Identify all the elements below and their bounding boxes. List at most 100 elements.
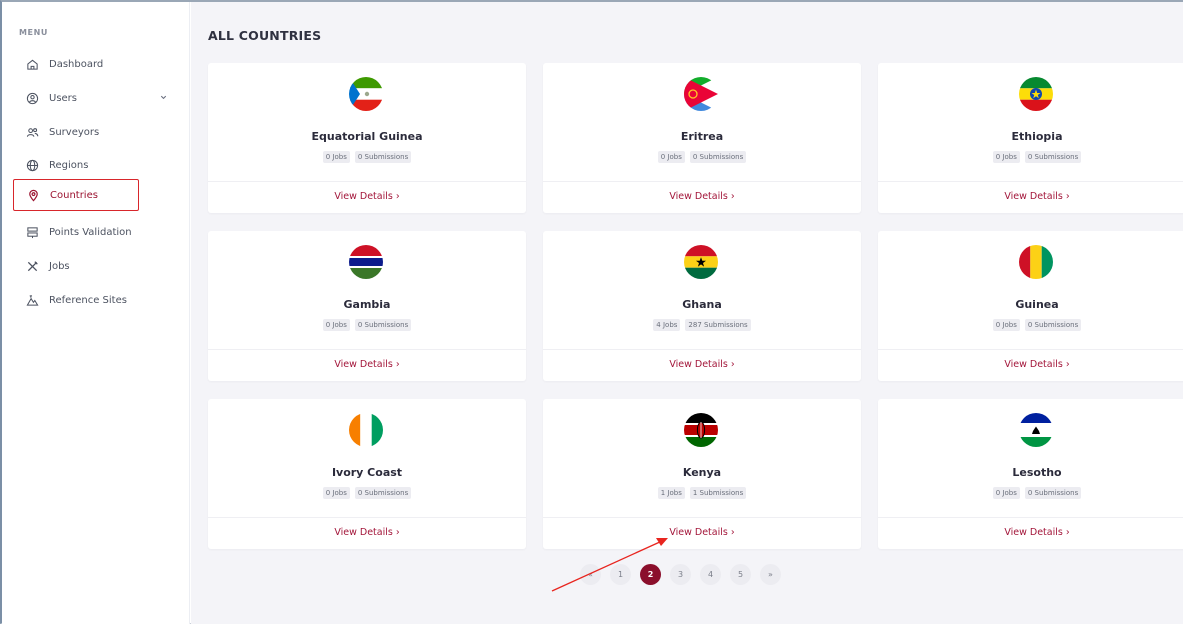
jobs-badge: 0 Jobs bbox=[322, 487, 350, 499]
jobs-badge: 0 Jobs bbox=[992, 319, 1020, 331]
tools-icon bbox=[26, 260, 39, 273]
pagination-page-2-current[interactable]: 2 bbox=[640, 564, 661, 585]
pagination-page-3[interactable]: 3 bbox=[670, 564, 691, 585]
map-pin-icon bbox=[27, 189, 40, 202]
view-details-link[interactable]: View Details › bbox=[208, 191, 526, 202]
jobs-badge: 0 Jobs bbox=[992, 151, 1020, 163]
country-name: Ethiopia bbox=[1011, 130, 1063, 143]
jobs-badge: 1 Jobs bbox=[657, 487, 685, 499]
view-details-link[interactable]: View Details › bbox=[543, 191, 861, 202]
country-name: Gambia bbox=[343, 298, 391, 311]
view-details-link[interactable]: View Details › bbox=[208, 527, 526, 538]
sidebar-item-surveyors[interactable]: Surveyors bbox=[10, 117, 180, 147]
view-details-link[interactable]: View Details › bbox=[543, 527, 861, 538]
pagination-page-4[interactable]: 4 bbox=[700, 564, 721, 585]
submissions-badge: 0 Submissions bbox=[1024, 319, 1082, 331]
sidebar-item-label: Surveyors bbox=[49, 126, 100, 138]
ivory-coast-flag-icon bbox=[349, 413, 383, 447]
view-details-link[interactable]: View Details › bbox=[543, 359, 861, 370]
country-name: Equatorial Guinea bbox=[311, 130, 423, 143]
submissions-badge: 0 Submissions bbox=[1024, 151, 1082, 163]
sidebar-item-points-validation[interactable]: Points Validation bbox=[10, 217, 180, 247]
guinea-flag-icon bbox=[1019, 245, 1053, 279]
country-name: Guinea bbox=[1015, 298, 1059, 311]
country-card: Guinea 0 Jobs 0 Submissions View Details… bbox=[878, 231, 1183, 381]
gambia-flag-icon bbox=[349, 245, 383, 279]
divider bbox=[208, 181, 526, 182]
jobs-badge: 4 Jobs bbox=[653, 319, 681, 331]
sidebar-item-label: Countries bbox=[50, 189, 98, 201]
country-name: Ivory Coast bbox=[331, 466, 403, 479]
sidebar-item-reference-sites[interactable]: Reference Sites bbox=[10, 285, 180, 315]
stats-badges: 1 Jobs 1 Submissions bbox=[543, 487, 861, 499]
submissions-badge: 0 Submissions bbox=[354, 319, 412, 331]
jobs-badge: 0 Jobs bbox=[322, 319, 350, 331]
users-icon bbox=[26, 126, 39, 139]
stats-badges: 4 Jobs 287 Submissions bbox=[543, 319, 861, 331]
page-title: ALL COUNTRIES bbox=[208, 28, 322, 43]
stats-badges: 0 Jobs 0 Submissions bbox=[878, 319, 1183, 331]
pagination-prev[interactable]: « bbox=[580, 564, 601, 585]
view-details-link[interactable]: View Details › bbox=[878, 527, 1183, 538]
chevron-down-icon[interactable] bbox=[159, 93, 168, 102]
divider bbox=[208, 349, 526, 350]
divider bbox=[878, 181, 1183, 182]
divider bbox=[878, 517, 1183, 518]
pagination-page-1[interactable]: 1 bbox=[610, 564, 631, 585]
main-content: ALL COUNTRIES Equatorial Guinea 0 Jobs 0… bbox=[191, 2, 1183, 624]
country-card: Lesotho 0 Jobs 0 Submissions View Detail… bbox=[878, 399, 1183, 549]
divider bbox=[543, 181, 861, 182]
submissions-badge: 0 Submissions bbox=[354, 151, 412, 163]
country-card: Ivory Coast 0 Jobs 0 Submissions View De… bbox=[208, 399, 526, 549]
ghana-flag-icon bbox=[684, 245, 718, 279]
country-name: Ghana bbox=[682, 298, 722, 311]
view-details-link[interactable]: View Details › bbox=[878, 359, 1183, 370]
globe-icon bbox=[26, 159, 39, 172]
sidebar: MENU Dashboard Users Surveyors Regions C… bbox=[2, 2, 190, 624]
mountain-icon bbox=[26, 294, 39, 307]
country-name: Lesotho bbox=[1012, 466, 1062, 479]
sidebar-item-regions[interactable]: Regions bbox=[10, 150, 180, 180]
sidebar-item-label: Reference Sites bbox=[49, 294, 127, 306]
kenya-flag-icon bbox=[684, 413, 718, 447]
submissions-badge: 1 Submissions bbox=[689, 487, 747, 499]
stats-badges: 0 Jobs 0 Submissions bbox=[543, 151, 861, 163]
signpost-icon bbox=[26, 226, 39, 239]
divider bbox=[878, 349, 1183, 350]
pagination-next[interactable]: » bbox=[760, 564, 781, 585]
country-name: Kenya bbox=[682, 466, 722, 479]
view-details-link[interactable]: View Details › bbox=[208, 359, 526, 370]
view-details-link[interactable]: View Details › bbox=[878, 191, 1183, 202]
pagination: « 1 2 3 4 5 » bbox=[580, 564, 781, 585]
country-card: Ghana 4 Jobs 287 Submissions View Detail… bbox=[543, 231, 861, 381]
country-name: Eritrea bbox=[680, 130, 724, 143]
divider bbox=[543, 349, 861, 350]
user-circle-icon bbox=[26, 92, 39, 105]
jobs-badge: 0 Jobs bbox=[657, 151, 685, 163]
pagination-page-5[interactable]: 5 bbox=[730, 564, 751, 585]
divider bbox=[543, 517, 861, 518]
sidebar-item-dashboard[interactable]: Dashboard bbox=[10, 49, 180, 79]
jobs-badge: 0 Jobs bbox=[992, 487, 1020, 499]
submissions-badge: 0 Submissions bbox=[1024, 487, 1082, 499]
sidebar-item-label: Jobs bbox=[49, 260, 70, 272]
stats-badges: 0 Jobs 0 Submissions bbox=[878, 151, 1183, 163]
sidebar-item-countries[interactable]: Countries bbox=[13, 179, 139, 211]
sidebar-item-label: Users bbox=[49, 92, 78, 104]
sidebar-item-label: Points Validation bbox=[49, 226, 132, 238]
sidebar-item-users[interactable]: Users bbox=[10, 83, 180, 113]
jobs-badge: 0 Jobs bbox=[322, 151, 350, 163]
submissions-badge: 0 Submissions bbox=[354, 487, 412, 499]
divider bbox=[208, 517, 526, 518]
country-card: Gambia 0 Jobs 0 Submissions View Details… bbox=[208, 231, 526, 381]
country-card: Equatorial Guinea 0 Jobs 0 Submissions V… bbox=[208, 63, 526, 213]
sidebar-item-jobs[interactable]: Jobs bbox=[10, 251, 180, 281]
menu-title: MENU bbox=[19, 28, 49, 37]
country-card: Kenya 1 Jobs 1 Submissions View Details … bbox=[543, 399, 861, 549]
sidebar-item-label: Regions bbox=[49, 159, 89, 171]
lesotho-flag-icon bbox=[1019, 413, 1053, 447]
eritrea-flag-icon bbox=[684, 77, 718, 111]
stats-badges: 0 Jobs 0 Submissions bbox=[208, 319, 526, 331]
equatorial-guinea-flag-icon bbox=[349, 77, 383, 111]
country-card: Ethiopia 0 Jobs 0 Submissions View Detai… bbox=[878, 63, 1183, 213]
